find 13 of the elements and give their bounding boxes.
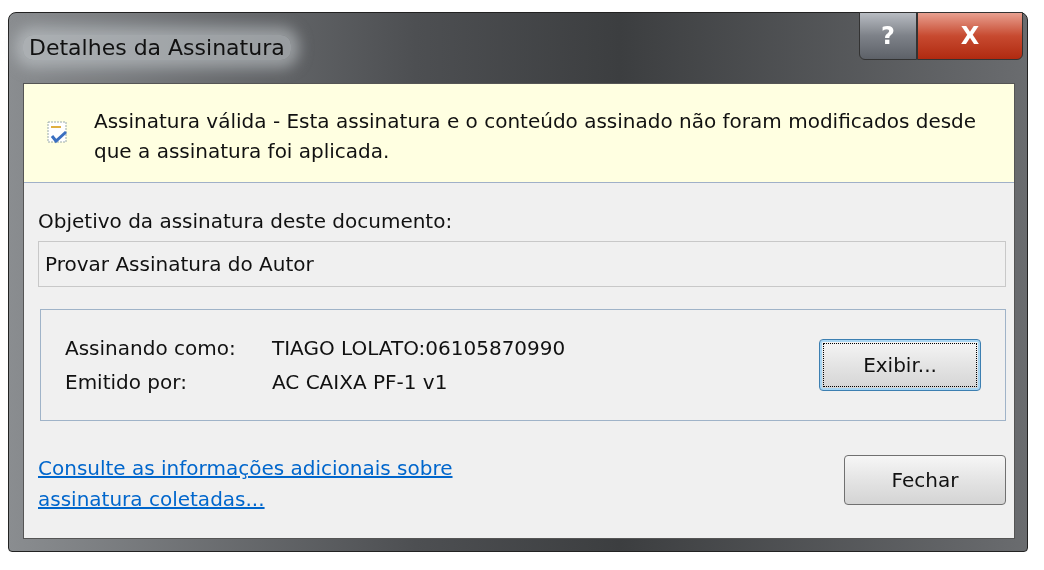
status-message: Assinatura válida - Esta assinatura e o conteúdo assinado não foram modificados desde que a assinatura foi aplicada. bbox=[94, 108, 978, 165]
field-value: TIAGO LOLATO:06105870990 bbox=[272, 336, 566, 360]
field-label: Emitido por: bbox=[65, 370, 188, 394]
purpose-field[interactable]: Provar Assinatura do Autor bbox=[38, 241, 1006, 287]
view-button[interactable]: Exibir... bbox=[819, 339, 981, 391]
close-button[interactable]: X bbox=[917, 12, 1023, 60]
more-info-link[interactable]: Consulte as informações adicionais sobre assinatura coletadas... bbox=[38, 453, 498, 515]
window-title: Detalhes da Assinatura bbox=[23, 35, 291, 60]
field-value: AC CAIXA PF-1 v1 bbox=[272, 370, 449, 394]
signed-document-icon bbox=[46, 120, 70, 146]
close-dialog-button[interactable]: Fechar bbox=[844, 455, 1006, 505]
purpose-label: Objetivo da assinatura deste documento: bbox=[38, 209, 454, 233]
field-label: Assinando como: bbox=[65, 336, 237, 360]
